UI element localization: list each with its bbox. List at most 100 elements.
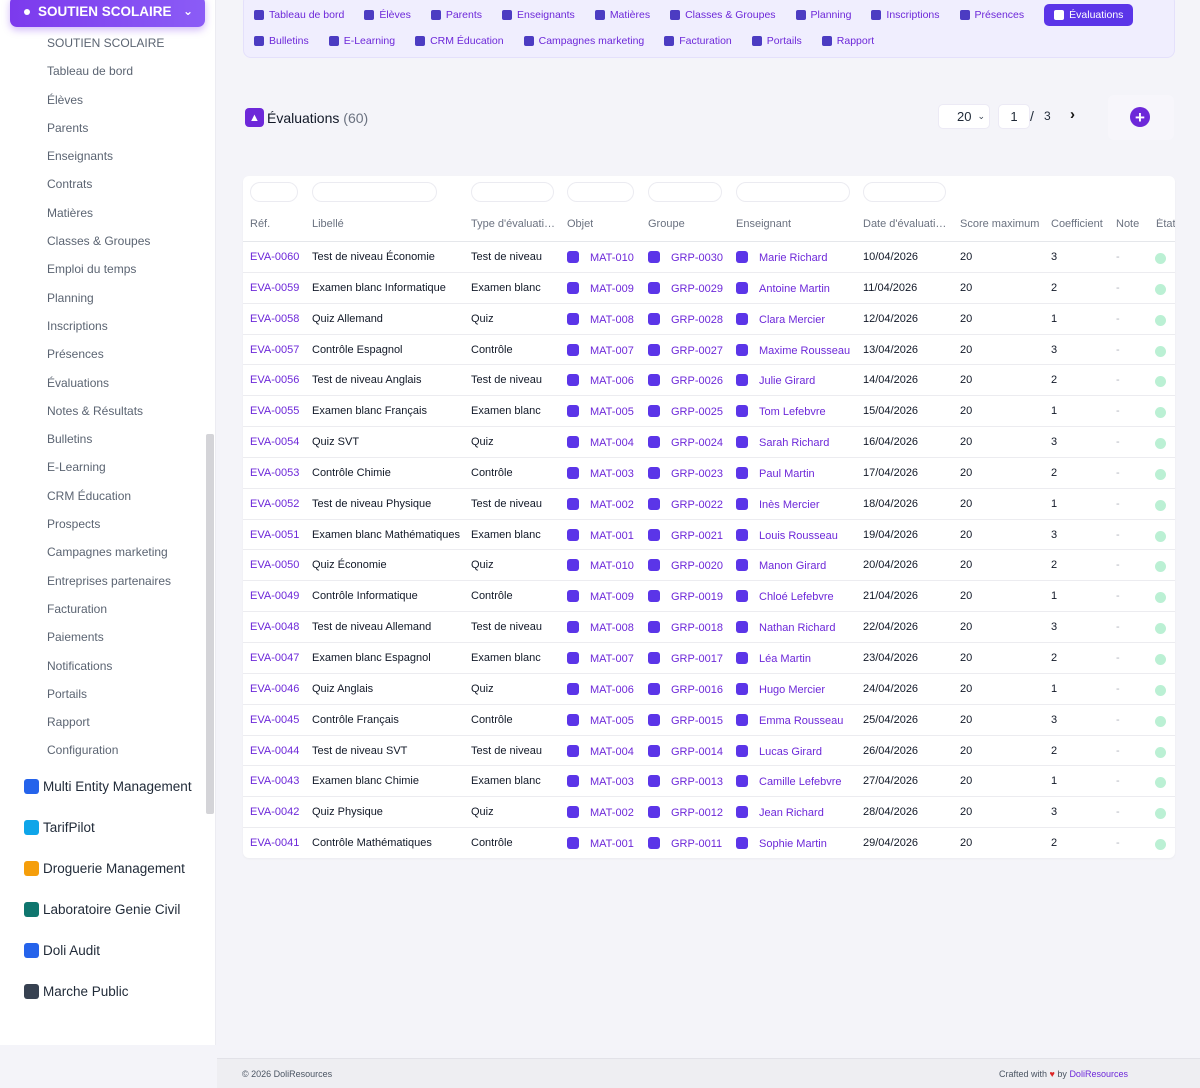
sidebar-item-tableau-de-bord[interactable]: Tableau de bord	[0, 57, 216, 85]
table-row[interactable]: EVA-0054 Quiz SVT Quiz MAT-004 GRP-0024 Sarah…	[243, 427, 1175, 458]
cell-ref-link[interactable]: EVA-0044	[250, 745, 299, 757]
table-row[interactable]: EVA-0059 Examen blanc Informatique Examen …	[243, 273, 1175, 304]
group-link-value[interactable]: GRP-0025	[671, 406, 723, 418]
sidebar-item-parents[interactable]: Parents	[0, 114, 216, 142]
group-link-value[interactable]: GRP-0019	[671, 591, 723, 603]
ref-link-value[interactable]: EVA-0059	[250, 282, 299, 294]
object-link-value[interactable]: MAT-010	[590, 252, 634, 264]
ref-link-value[interactable]: EVA-0046	[250, 683, 299, 695]
object-link-value[interactable]: MAT-001	[590, 530, 634, 542]
object-link-value[interactable]: MAT-003	[590, 776, 634, 788]
tab-e-learning[interactable]: E-Learning	[328, 30, 395, 52]
column-header-etat[interactable]: État	[1156, 218, 1175, 230]
module-tarifpilot[interactable]: TarifPilot	[0, 807, 216, 848]
object-link-value[interactable]: MAT-010	[590, 560, 634, 572]
module-marche-public[interactable]: Marche Public	[0, 971, 216, 1012]
sidebar-item-paiements[interactable]: Paiements	[0, 623, 216, 651]
cell-teacher-link[interactable]: Chloé Lefebvre	[736, 590, 834, 603]
object-link-value[interactable]: MAT-007	[590, 345, 634, 357]
module-droguerie-management[interactable]: Droguerie Management	[0, 848, 216, 889]
teacher-link-value[interactable]: Clara Mercier	[759, 314, 825, 326]
ref-link-value[interactable]: EVA-0050	[250, 559, 299, 571]
object-link-value[interactable]: MAT-001	[590, 838, 634, 850]
cell-group-link[interactable]: GRP-0011	[648, 837, 722, 850]
object-link-value[interactable]: MAT-005	[590, 715, 634, 727]
table-row[interactable]: EVA-0050 Quiz Économie Quiz MAT-010 GRP-0020…	[243, 550, 1175, 582]
ref-link-value[interactable]: EVA-0055	[250, 405, 299, 417]
tab-eleves[interactable]: Élèves	[364, 4, 411, 26]
sidebar-item-crm-education[interactable]: CRM Éducation	[0, 482, 216, 510]
column-header-enseignant[interactable]: Enseignant	[736, 218, 791, 230]
sidebar-scrollbar[interactable]	[206, 434, 214, 814]
object-link-value[interactable]: MAT-004	[590, 437, 634, 449]
object-link-value[interactable]: MAT-005	[590, 406, 634, 418]
object-link-value[interactable]: MAT-007	[590, 653, 634, 665]
tab-planning[interactable]: Planning	[795, 4, 851, 26]
cell-object-link[interactable]: MAT-003	[567, 775, 634, 788]
ref-link-value[interactable]: EVA-0045	[250, 714, 299, 726]
cell-ref-link[interactable]: EVA-0042	[250, 806, 299, 818]
sidebar-item-configuration[interactable]: Configuration	[0, 736, 216, 764]
table-row[interactable]: EVA-0060 Test de niveau Économie Test de n…	[243, 242, 1175, 273]
cell-object-link[interactable]: MAT-010	[567, 559, 634, 572]
cell-teacher-link[interactable]: Louis Rousseau	[736, 528, 838, 542]
table-row[interactable]: EVA-0051 Examen blanc Mathématiques Examen…	[243, 520, 1175, 551]
cell-group-link[interactable]: GRP-0024	[648, 436, 723, 449]
sidebar-item-rapport[interactable]: Rapport	[0, 708, 216, 736]
tab-classes-groupes[interactable]: Classes & Groupes	[670, 4, 776, 26]
ref-link-value[interactable]: EVA-0043	[250, 775, 299, 787]
sidebar-item-planning[interactable]: Planning	[0, 284, 216, 312]
tab-portails[interactable]: Portails	[751, 30, 802, 52]
group-link-value[interactable]: GRP-0020	[671, 560, 723, 572]
column-header-date-d-evaluati[interactable]: Date d'évaluati…	[863, 218, 947, 230]
filter-label-input[interactable]	[312, 182, 437, 202]
table-row[interactable]: EVA-0041 Contrôle Mathématiques Contrôle MA…	[243, 828, 1175, 858]
filter-date-input[interactable]	[863, 182, 946, 202]
cell-ref-link[interactable]: EVA-0057	[250, 344, 299, 356]
table-row[interactable]: EVA-0055 Examen blanc Français Examen blan…	[243, 396, 1175, 428]
tab-inscriptions[interactable]: Inscriptions	[871, 4, 940, 26]
object-link-value[interactable]: MAT-009	[590, 591, 634, 603]
teacher-link-value[interactable]: Hugo Mercier	[759, 684, 825, 696]
ref-link-value[interactable]: EVA-0052	[250, 498, 299, 510]
group-link-value[interactable]: GRP-0024	[671, 437, 723, 449]
cell-object-link[interactable]: MAT-006	[567, 374, 634, 387]
column-header-libelle[interactable]: Libellé	[312, 218, 344, 230]
module-dropdown[interactable]: SOUTIEN SCOLAIRE ⌄	[10, 0, 205, 27]
table-row[interactable]: EVA-0057 Contrôle Espagnol Contrôle MAT-007…	[243, 335, 1175, 366]
cell-object-link[interactable]: MAT-007	[567, 343, 634, 357]
table-row[interactable]: EVA-0048 Test de niveau Allemand Test de n…	[243, 612, 1175, 643]
column-header-objet[interactable]: Objet	[567, 218, 593, 230]
sidebar-item-classes-groupes[interactable]: Classes & Groupes	[0, 227, 216, 255]
teacher-link-value[interactable]: Léa Martin	[759, 653, 811, 665]
cell-ref-link[interactable]: EVA-0055	[250, 405, 299, 417]
cell-ref-link[interactable]: EVA-0041	[250, 837, 299, 849]
object-link-value[interactable]: MAT-006	[590, 375, 634, 387]
object-link-value[interactable]: MAT-009	[590, 283, 634, 295]
module-multi-entity-management[interactable]: Multi Entity Management	[0, 766, 216, 807]
cell-group-link[interactable]: GRP-0019	[648, 590, 723, 603]
tab-campagnes-marketing[interactable]: Campagnes marketing	[523, 30, 644, 52]
cell-object-link[interactable]: MAT-009	[567, 281, 634, 295]
ref-link-value[interactable]: EVA-0042	[250, 806, 299, 818]
object-link-value[interactable]: MAT-003	[590, 468, 634, 480]
ref-link-value[interactable]: EVA-0057	[250, 344, 299, 356]
sidebar-item-matieres[interactable]: Matières	[0, 199, 216, 227]
group-link-value[interactable]: GRP-0030	[671, 252, 723, 264]
group-link-value[interactable]: GRP-0028	[671, 314, 723, 326]
cell-group-link[interactable]: GRP-0015	[648, 713, 723, 727]
sidebar-item-notifications[interactable]: Notifications	[0, 652, 216, 680]
teacher-link-value[interactable]: Sophie Martin	[759, 838, 827, 850]
sidebar-item-eleves[interactable]: Élèves	[0, 86, 216, 114]
cell-object-link[interactable]: MAT-002	[567, 497, 634, 511]
cell-teacher-link[interactable]: Léa Martin	[736, 651, 811, 665]
sidebar-item-entreprises-partenaires[interactable]: Entreprises partenaires	[0, 567, 216, 595]
teacher-link-value[interactable]: Emma Rousseau	[759, 715, 843, 727]
column-header-ref[interactable]: Réf.	[250, 218, 270, 230]
module-doli-audit[interactable]: Doli Audit	[0, 930, 216, 971]
ref-link-value[interactable]: EVA-0053	[250, 467, 299, 479]
cell-teacher-link[interactable]: Emma Rousseau	[736, 713, 843, 727]
cell-group-link[interactable]: GRP-0016	[648, 682, 723, 696]
cell-group-link[interactable]: GRP-0020	[648, 559, 723, 572]
teacher-link-value[interactable]: Inès Mercier	[759, 499, 820, 511]
